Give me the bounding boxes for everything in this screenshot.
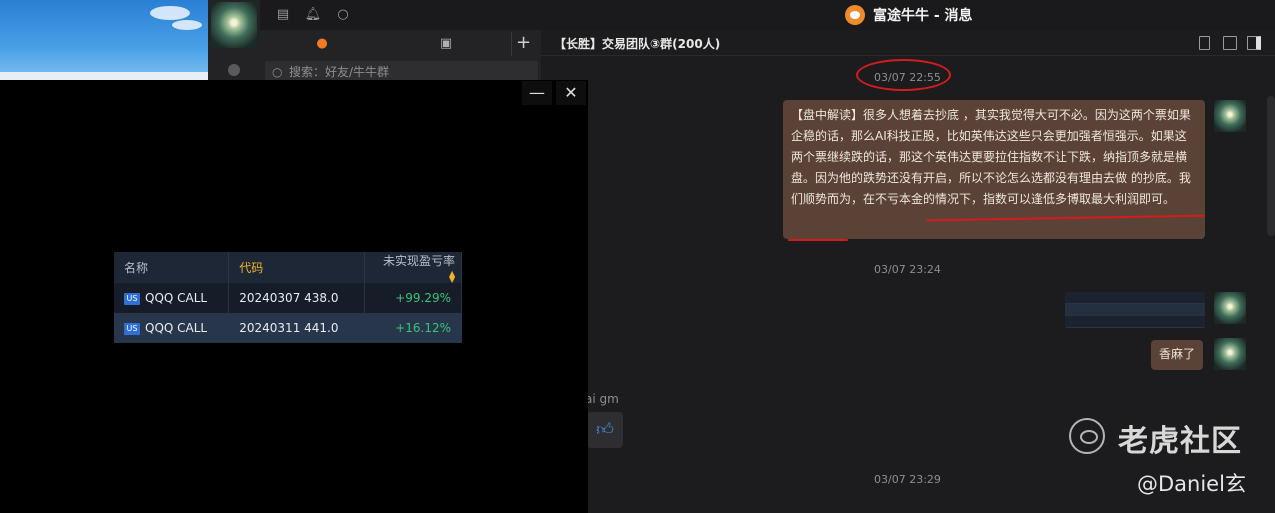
reply-text: 香麻了 [1159,347,1196,361]
table-row[interactable]: US QQQ CALL 20240311 441.0 +16.12% [114,313,462,343]
reply-bubble[interactable]: 香麻了 [1151,340,1204,370]
position-name: QQQ CALL [145,291,208,305]
timestamp: 03/07 23:29 [874,473,941,486]
column-header-pnl-label: 未实现盈亏率 [382,254,455,268]
image-message-thumbnail[interactable] [1065,292,1205,328]
sender-name: ai gm [585,392,619,406]
sidebar-toggle-icon[interactable] [1247,36,1261,50]
contacts-book-icon[interactable]: ▣ [436,34,456,54]
position-pnl: +99.29% [364,283,462,313]
positions-table: 名称 代码 未实现盈亏率▲ ▼ US QQQ CALL 20240307 438.0… [114,252,462,343]
tiger-logo-icon [1069,418,1105,454]
us-market-badge: US [124,323,140,335]
screen: ▤ 🔔︎ ○ 富途牛牛 - 消息 ● ▣ + ○ 搜索：好友/牛牛群 【长胜】交… [0,0,1275,513]
thumbnail-row [1065,292,1205,304]
window-icon[interactable] [1223,36,1237,50]
position-name: QQQ CALL [145,321,208,335]
watermark-user: @Daniel玄 [1137,472,1246,496]
thumbnail-row [1065,316,1205,328]
status-dot-icon[interactable] [228,64,240,76]
chat-header: 【长胜】交易团队③群(200人) [541,30,1275,56]
cloud [150,6,190,20]
table-row[interactable]: US QQQ CALL 20240307 438.0 +99.29% [114,283,462,313]
bell-icon[interactable]: 🔔︎ [304,6,322,24]
overlay-window: — ✕ 名称 代码 未实现盈亏率▲ ▼ US QQQ CALL 20240307 4… [0,80,588,513]
scrollbar[interactable] [1267,96,1275,236]
us-market-badge: US [124,293,140,305]
message-text: 【盘中解读】很多人想着去抄底 ，其实我觉得大可不必。因为这两个票如果企稳的话，那… [791,108,1191,206]
chat-title: 【长胜】交易团队③群(200人) [554,37,721,51]
search-icon[interactable]: ○ [334,6,352,24]
timestamp: 03/07 23:24 [874,263,941,276]
thumbs-up-icon[interactable]: 👍︎ [587,412,623,448]
watermark-brand: 老虎社区 [1118,424,1242,459]
app-title: 富途牛牛 - 消息 [845,4,973,26]
message-avatar[interactable] [1214,338,1246,370]
annotation-underline [788,239,848,241]
add-icon[interactable]: + [511,32,535,56]
column-header-pnl[interactable]: 未实现盈亏率▲ ▼ [364,252,462,283]
desktop-window-edge [0,72,208,80]
notes-icon[interactable] [1199,36,1210,50]
table-header-row: 名称 代码 未实现盈亏率▲ ▼ [114,252,462,283]
app-top-bar: ▤ 🔔︎ ○ 富途牛牛 - 消息 [260,0,1275,30]
user-avatar[interactable] [211,2,257,48]
desktop-wallpaper [0,0,208,80]
app-title-text: 富途牛牛 - 消息 [873,8,973,24]
contact-panel-tabs: ● ▣ + [260,30,541,58]
position-pnl: +16.12% [364,313,462,343]
close-icon[interactable]: ✕ [556,81,586,105]
chat-bubble-icon[interactable]: ● [312,34,332,54]
column-header-name[interactable]: 名称 [114,252,230,283]
search-placeholder: 搜索：好友/牛牛群 [289,65,390,79]
message-avatar[interactable] [1214,100,1246,132]
sort-icon[interactable]: ▲ ▼ [449,269,455,283]
position-code: 20240307 438.0 [228,283,366,313]
position-name-cell: US QQQ CALL [114,313,230,343]
column-header-code[interactable]: 代码 [228,252,366,283]
message-avatar[interactable] [1214,292,1246,324]
futu-logo-icon [845,5,865,25]
list-icon[interactable]: ▤ [274,6,292,24]
cloud [172,20,202,30]
annotation-circle [856,59,951,91]
app-left-rail [208,0,260,80]
minimize-icon[interactable]: — [522,81,552,105]
position-name-cell: US QQQ CALL [114,283,230,313]
position-code: 20240311 441.0 [228,313,366,343]
thumbnail-row [1065,304,1205,316]
